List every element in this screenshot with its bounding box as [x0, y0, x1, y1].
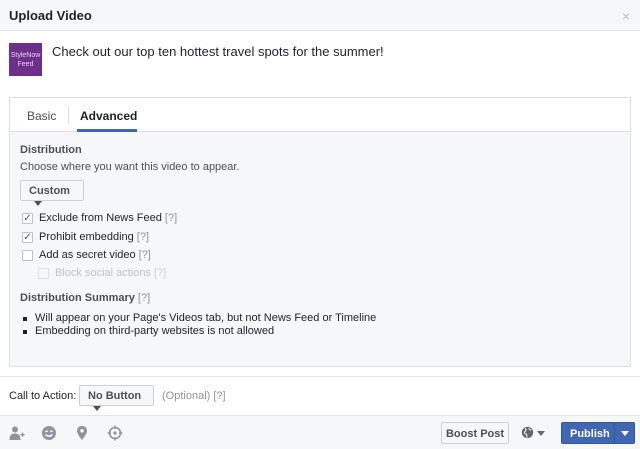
dialog-title: Upload Video	[9, 8, 92, 23]
tag-people-icon[interactable]	[9, 425, 25, 441]
help-link: [?]	[154, 267, 167, 279]
help-link[interactable]: [?]	[137, 231, 149, 243]
cta-dropdown[interactable]: No Button	[79, 385, 154, 411]
active-tab-indicator	[77, 129, 137, 132]
page-avatar: StyleNow Feed	[9, 43, 42, 76]
post-message[interactable]: Check out our top ten hottest travel spo…	[52, 44, 384, 59]
tab-advanced[interactable]: Advanced	[80, 109, 137, 123]
publish-label: Publish	[570, 428, 610, 440]
dialog-footer: Boost Post Publish	[0, 415, 640, 449]
option-label: Add as secret video	[39, 249, 136, 261]
target-icon[interactable]	[107, 425, 123, 441]
location-icon[interactable]	[74, 425, 90, 441]
summary-heading: Distribution Summary [?]	[20, 292, 150, 304]
caret-down-icon	[537, 431, 545, 436]
caret-down-icon	[93, 405, 101, 411]
feeling-icon[interactable]	[41, 425, 57, 441]
distribution-dropdown[interactable]: Custom	[20, 180, 84, 206]
summary-list: Will appear on your Page's Videos tab, b…	[22, 312, 376, 338]
summary-item: Embedding on third-party websites is not…	[22, 325, 376, 338]
summary-title: Distribution Summary	[20, 292, 135, 304]
help-link[interactable]: [?]	[165, 212, 177, 224]
checkbox-disabled	[38, 268, 49, 279]
summary-item: Will appear on your Page's Videos tab, b…	[22, 312, 376, 325]
distribution-description: Choose where you want this video to appe…	[20, 161, 240, 173]
distribution-dropdown-value: Custom	[29, 185, 70, 197]
publish-options-caret-icon[interactable]	[621, 431, 629, 436]
help-link[interactable]: [?]	[138, 292, 150, 304]
checkbox-unchecked[interactable]	[22, 250, 33, 261]
publish-split-divider	[614, 423, 615, 443]
cta-label: Call to Action:	[9, 390, 77, 402]
publish-button[interactable]: Publish	[561, 422, 635, 444]
caret-down-icon	[34, 200, 42, 206]
audience-selector[interactable]	[521, 426, 545, 442]
tab-bar: Basic Advanced	[10, 98, 630, 132]
settings-panel: Basic Advanced Distribution Choose where…	[9, 97, 631, 367]
option-label: Exclude from News Feed	[39, 212, 162, 224]
boost-post-button[interactable]: Boost Post	[441, 422, 509, 444]
cta-optional-hint[interactable]: (Optional) [?]	[162, 390, 226, 402]
globe-icon	[521, 426, 534, 439]
tab-basic[interactable]: Basic	[27, 109, 56, 123]
checkbox-checked[interactable]: ✓	[22, 232, 33, 243]
help-link[interactable]: [?]	[139, 249, 151, 261]
distribution-heading: Distribution	[20, 144, 82, 156]
checkbox-checked[interactable]: ✓	[22, 213, 33, 224]
tab-divider	[68, 106, 69, 124]
divider	[0, 376, 640, 377]
dialog-header: Upload Video ×	[0, 0, 640, 31]
close-icon[interactable]: ×	[622, 8, 630, 24]
option-label: Block social actions	[55, 267, 151, 279]
cta-dropdown-value: No Button	[88, 390, 142, 402]
option-label: Prohibit embedding	[39, 231, 134, 243]
